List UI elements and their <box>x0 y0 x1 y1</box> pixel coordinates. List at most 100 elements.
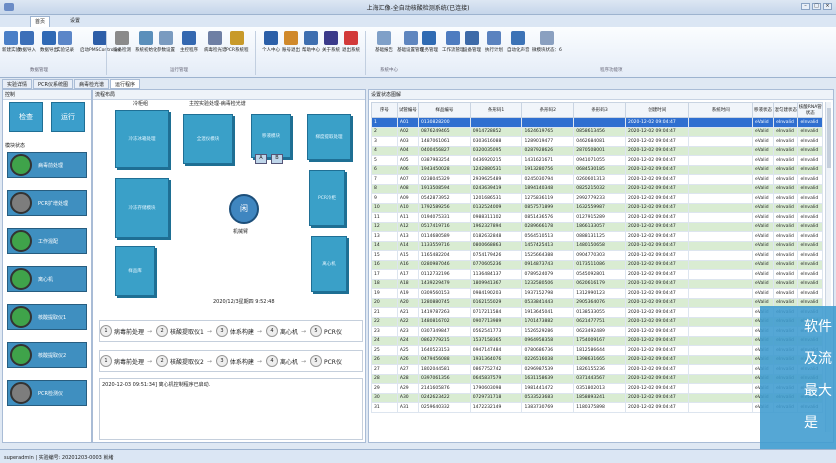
table-row[interactable]: 19 A19 0309560153 0984190203 1937152798 13129… <box>371 288 823 299</box>
flow-step-5[interactable]: 5 PCR仪 <box>310 325 342 337</box>
column-header[interactable]: 移液状态 <box>751 102 775 118</box>
ribbon-button-19[interactable]: 工作流管理 <box>442 31 465 53</box>
table-row[interactable]: 14 A14 1133559716 0800668863 1457425413 14801… <box>371 240 823 251</box>
table-row[interactable]: 11 A11 0194075331 0988311102 0851436576 01279… <box>371 212 823 223</box>
ribbon-button-23[interactable]: 微模块状态：6 <box>532 31 562 53</box>
box-mixer[interactable]: 全混仪模块 <box>183 114 233 164</box>
ribbon-button-9[interactable]: 病毒检光谱 <box>204 31 227 53</box>
robot-arm-indicator[interactable]: 闲 <box>229 194 259 224</box>
table-row[interactable]: 12 A12 0517419716 1962327894 0289666178 18661… <box>371 221 823 232</box>
table-row[interactable]: 16 A16 0280987046 0770605236 0914873743 01735… <box>371 259 823 270</box>
table-row[interactable]: 26 A26 0479456088 1931364076 0226516038 13986… <box>371 354 823 365</box>
table-row[interactable]: 23 A23 0307349847 0562541773 1526529286 06234… <box>371 326 823 337</box>
column-header[interactable]: 创建时间 <box>624 102 690 118</box>
ribbon-button-21[interactable]: 执行计划 <box>485 31 503 53</box>
maximize-button[interactable]: □ <box>812 3 821 10</box>
table-row[interactable]: 9 A09 0542873952 1201686531 1275836119 299277… <box>371 193 823 204</box>
box-storage[interactable]: 冷冻存储模块 <box>115 178 169 238</box>
table-row[interactable]: 30 A30 0242623422 0729731718 0533523683 18588… <box>371 392 823 403</box>
ribbon-button-12[interactable]: 账号退出 <box>282 31 300 53</box>
module-2[interactable]: 工作混配 <box>7 228 87 254</box>
flow-step-1[interactable]: 1 病毒前处理 → <box>100 355 152 367</box>
column-header[interactable]: 核酸RNA管状态 <box>797 102 823 118</box>
tab-settings[interactable]: 设置 <box>66 16 84 27</box>
column-header[interactable]: 条形码3 <box>573 102 626 118</box>
ribbon-button-5[interactable]: 设备检测 <box>113 31 131 53</box>
table-row[interactable]: 4 A04 0400456827 0320035095 0287928626 287050… <box>371 145 823 156</box>
box-centrifuge[interactable]: 离心机 <box>311 236 347 292</box>
flow-step-5[interactable]: 5 PCR仪 <box>310 355 342 367</box>
column-header[interactable]: 条形码1 <box>469 102 523 118</box>
module-4[interactable]: 核酸提取仪1 <box>7 304 87 330</box>
scroll-thumb[interactable] <box>827 108 831 168</box>
doc-tab-2[interactable]: 病毒检光谱 <box>74 79 110 89</box>
ribbon-button-10[interactable]: PCR系统程 <box>226 31 248 53</box>
box-freezer[interactable]: 冷冻冰箱处理 <box>115 110 169 168</box>
module-5[interactable]: 核酸提取仪2 <box>7 342 87 368</box>
table-row[interactable]: 28 A28 0397061356 0645837579 1631158639 03714… <box>371 373 823 384</box>
check-button[interactable]: 检查 <box>9 102 43 132</box>
flow-step-2[interactable]: 2 核酸提取仪2 → <box>156 355 212 367</box>
flow-step-1[interactable]: 1 病毒前处理 → <box>100 325 152 337</box>
close-button[interactable]: × <box>823 3 832 10</box>
table-row[interactable]: 8 A08 1913508594 0243639419 1894140348 082521… <box>371 183 823 194</box>
run-button[interactable]: 运行 <box>51 102 85 132</box>
table-row[interactable]: 20 A20 1280880745 0162155029 0533841443 29053… <box>371 297 823 308</box>
table-row[interactable]: 10 A10 1792589256 0132524009 0857571899 16325… <box>371 202 823 213</box>
ribbon-button-3[interactable]: 实验记录 <box>56 31 74 53</box>
table-row[interactable]: 29 A29 2141605876 1790603098 1981441472 03518… <box>371 383 823 394</box>
ribbon-button-14[interactable]: 关于系统 <box>322 31 340 53</box>
table-row[interactable]: 27 A27 1802044581 0867752742 0296987539 18261… <box>371 364 823 375</box>
ribbon-button-8[interactable]: 主控程序 <box>180 31 198 53</box>
flow-step-4[interactable]: 4 离心机 → <box>265 325 306 337</box>
tab-home[interactable]: 首页 <box>30 16 51 27</box>
flow-step-2[interactable]: 2 核酸提取仪1 → <box>156 325 212 337</box>
ribbon-button-18[interactable]: 任务管理 <box>420 31 438 53</box>
table-row[interactable]: 31 A31 0259640332 1472232149 1383730769 11803… <box>371 402 823 413</box>
table-row[interactable]: 1 A01 0130828200 2020-12-02 09:04:47 eValid e… <box>371 117 823 128</box>
flow-step-4[interactable]: 4 离心机 → <box>265 355 306 367</box>
minimize-button[interactable]: – <box>801 3 810 10</box>
module-6[interactable]: PCR检测仪 <box>7 380 87 406</box>
column-header[interactable]: 试管编号 <box>396 102 420 118</box>
column-header[interactable]: 条形码2 <box>521 102 575 118</box>
flow-step-3[interactable]: 3 体系构建 → <box>215 355 262 367</box>
ribbon-button-15[interactable]: 退出系统 <box>342 31 360 53</box>
button-b[interactable]: B <box>271 154 283 164</box>
column-header[interactable]: 混匀建状态 <box>773 102 799 118</box>
table-row[interactable]: 3 A03 1487061061 0303616088 1289019477 046268… <box>371 136 823 147</box>
ribbon-button-1[interactable]: 数据导入 <box>18 31 36 53</box>
ribbon-button-6[interactable]: 系统初始化 <box>135 31 158 53</box>
ribbon-button-7[interactable]: 参数设置 <box>157 31 175 53</box>
table-row[interactable]: 25 A25 1640523153 0947147484 0780686736 18125… <box>371 345 823 356</box>
ribbon-button-13[interactable]: 帮助中心 <box>302 31 320 53</box>
table-row[interactable]: 22 A22 1480816702 0907713989 1701473882 06214… <box>371 316 823 327</box>
ribbon-button-11[interactable]: 个人中心 <box>262 31 280 53</box>
ribbon-button-16[interactable]: 基础报告 <box>375 31 393 53</box>
doc-tab-3[interactable]: 运行程序 <box>110 79 141 89</box>
module-1[interactable]: PCR扩增处理 <box>7 190 87 216</box>
table-row[interactable]: 15 A15 1165482204 0754179426 1525664388 09047… <box>371 250 823 261</box>
flow-step-3[interactable]: 3 体系构建 → <box>215 325 262 337</box>
ribbon-button-20[interactable]: 设备管理 <box>463 31 481 53</box>
table-row[interactable]: 6 A06 1943450028 1242880531 1913280756 068453… <box>371 164 823 175</box>
doc-tab-1[interactable]: PCR仪系统图 <box>33 79 73 89</box>
table-row[interactable]: 21 A21 1419787263 0717211584 1913645041 01385… <box>371 307 823 318</box>
table-row[interactable]: 24 A24 0862779215 1537158365 0964958358 17540… <box>371 335 823 346</box>
module-3[interactable]: 离心机 <box>7 266 87 292</box>
table-row[interactable]: 13 A13 0114680589 0182632848 0564510513 08881… <box>371 231 823 242</box>
table-row[interactable]: 2 A02 0876249465 0914728852 1624619765 085861… <box>371 126 823 137</box>
box-gradient[interactable]: 梯度提取处理 <box>307 114 351 160</box>
column-header[interactable]: 系统时间 <box>688 102 753 118</box>
table-row[interactable]: 7 A07 0238045329 2939625489 0245030794 026060… <box>371 174 823 185</box>
table-row[interactable]: 17 A17 0112732196 1136484137 0789524079 05450… <box>371 269 823 280</box>
table-row[interactable]: 18 A18 1439229479 1809941367 1232580506 06206… <box>371 278 823 289</box>
table-row[interactable]: 5 A05 0387983254 0436920215 1431621671 094107… <box>371 155 823 166</box>
box-pcr-fridge[interactable]: PCR冷柜 <box>309 170 345 226</box>
module-0[interactable]: 病毒前处理 <box>7 152 87 178</box>
box-sample-lib[interactable]: 样品库 <box>115 246 155 296</box>
column-header[interactable]: 序号 <box>371 102 398 118</box>
box-pipette[interactable]: 移液模块 <box>251 114 291 158</box>
doc-tab-0[interactable]: 实验详情 <box>2 79 33 89</box>
ribbon-button-22[interactable]: 自动化声音 <box>507 31 530 53</box>
